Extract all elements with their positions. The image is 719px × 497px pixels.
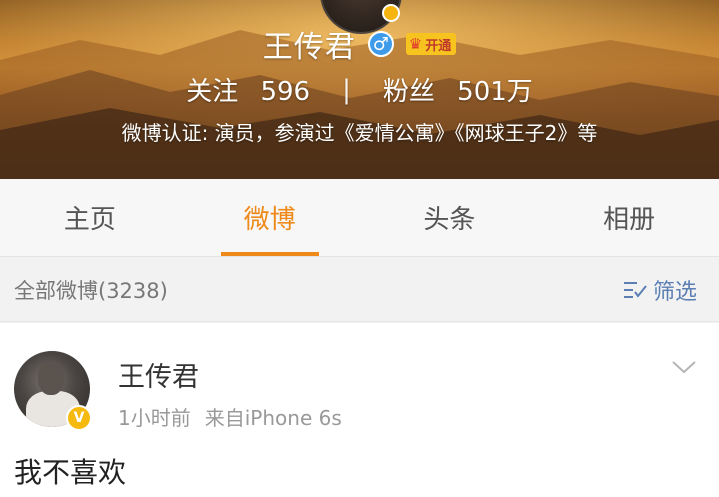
following-count: 596 xyxy=(260,77,311,107)
following-stat[interactable]: 关注 596 xyxy=(186,71,310,108)
post-author[interactable]: 王传君 xyxy=(118,355,199,394)
profile-name: 王传君 xyxy=(262,30,356,65)
tab-weibo[interactable]: 微博 xyxy=(180,179,360,256)
chevron-down-icon[interactable] xyxy=(671,359,697,379)
filter-icon xyxy=(623,281,647,298)
filter-bar: 全部微博(3238) 筛选 xyxy=(0,258,719,322)
filter-button[interactable]: 筛选 xyxy=(623,274,697,306)
vip-label: 开通 xyxy=(425,38,452,54)
male-icon: ♂ xyxy=(367,31,394,57)
verification-text: 微博认证: 演员，参演过《爱情公寓》《网球王子2》等 xyxy=(121,121,598,145)
post-source: 来自iPhone 6s xyxy=(204,406,342,430)
avatar-figure-head xyxy=(38,361,64,395)
crown-icon: ♛ xyxy=(408,35,423,53)
verified-dot-icon xyxy=(382,4,400,22)
stats-separator: | xyxy=(342,74,351,105)
vip-open-button[interactable]: ♛ 开通 xyxy=(405,33,457,55)
profile-tabs: 主页 微博 头条 相册 xyxy=(0,179,719,257)
post-meta: 1小时前 来自iPhone 6s xyxy=(118,402,342,431)
post-time: 1小时前 xyxy=(118,406,191,430)
weibo-post: V 王传君 1小时前 来自iPhone 6s 我不喜欢 xyxy=(0,323,719,497)
all-weibo-count: 全部微博(3238) xyxy=(14,278,168,303)
verified-badge-icon: V xyxy=(66,405,92,431)
following-label: 关注 xyxy=(186,77,239,107)
post-content: 我不喜欢 xyxy=(14,456,127,489)
followers-stat[interactable]: 粉丝 501万 xyxy=(383,71,533,108)
tab-home[interactable]: 主页 xyxy=(0,179,180,256)
profile-header: 王传君 ♂ ♛ 开通 关注 596 | 粉丝 501万 微博认证: 演员，参演过… xyxy=(0,0,719,179)
tab-headlines[interactable]: 头条 xyxy=(360,179,540,256)
followers-label: 粉丝 xyxy=(382,77,435,107)
filter-label: 筛选 xyxy=(652,279,697,305)
followers-count: 501万 xyxy=(457,77,533,107)
tab-album[interactable]: 相册 xyxy=(539,179,719,256)
